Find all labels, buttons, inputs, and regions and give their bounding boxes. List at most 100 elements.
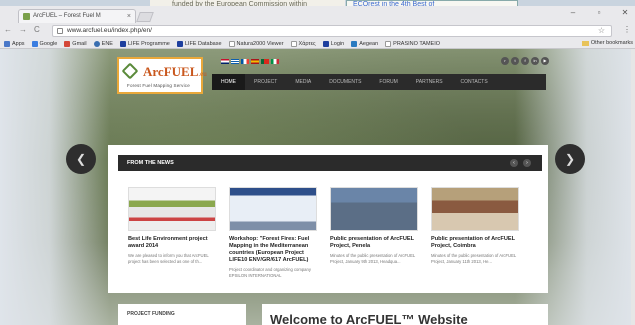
site-header: ArcFUEL.eu Forest Fuel Mapping Service r… <box>108 54 549 96</box>
bookmark-apps[interactable]: Apps <box>4 40 25 47</box>
nav-contacts[interactable]: CONTACTS <box>452 74 497 90</box>
address-row: ← → C www.arcfuel.eu/index.php/en/ ☆ ⋮ <box>0 24 635 38</box>
close-window-icon[interactable]: ✕ <box>619 8 631 17</box>
page-icon <box>385 40 392 47</box>
bookmark-login[interactable]: Login <box>322 40 344 47</box>
minimize-icon[interactable]: – <box>567 8 579 17</box>
slider-prev-button[interactable]: ❮ <box>66 144 96 174</box>
browser-menu-icon[interactable]: ⋮ <box>623 25 631 34</box>
bookmark-life-programme[interactable]: LIFE Programme <box>119 40 170 47</box>
news-item-text: Minutes of the public presentation of Ar… <box>330 253 416 264</box>
project-funding-box: PROJECT FUNDING <box>118 304 246 325</box>
nav-project[interactable]: PROJECT <box>245 74 286 90</box>
url-text: www.arcfuel.eu/index.php/en/ <box>67 27 152 34</box>
gmail-icon <box>64 40 71 47</box>
news-item[interactable]: Best Life Environment project award 2014… <box>128 187 218 265</box>
nav-documents[interactable]: DOCUMENTS <box>320 74 370 90</box>
news-image[interactable] <box>229 187 317 231</box>
news-heading: FROM THE NEWS <box>127 160 174 166</box>
news-item-title[interactable]: Best Life Environment project award 2014 <box>128 236 218 250</box>
nav-home[interactable]: HOME <box>212 74 245 90</box>
news-next-icon[interactable]: › <box>523 159 531 167</box>
news-item-title[interactable]: Workshop: "Forest Fires: Fuel Mapping in… <box>229 236 319 264</box>
logo-mark-icon <box>121 62 139 80</box>
favicon-icon <box>23 13 30 20</box>
social-icons: r t f in ▶ <box>501 57 549 65</box>
other-bookmarks[interactable]: Other bookmarks <box>581 40 633 46</box>
forward-icon[interactable]: → <box>19 25 27 34</box>
new-tab-button[interactable] <box>136 12 154 22</box>
news-item-text: We are pleased to inform you that ArcFUE… <box>128 253 209 264</box>
news-item-title[interactable]: Public presentation of ArcFUEL Project, … <box>431 236 521 250</box>
facebook-icon[interactable]: f <box>521 57 529 65</box>
page-info-icon[interactable] <box>57 28 63 34</box>
youtube-icon[interactable]: ▶ <box>541 57 549 65</box>
browser-tab[interactable]: ArcFUEL – Forest Fuel M × <box>18 9 136 23</box>
welcome-box: Welcome to ArcFUEL™ Website <box>262 304 548 325</box>
news-panel: FROM THE NEWS ‹ › Best Life Environment … <box>108 145 548 293</box>
site-logo[interactable]: ArcFUEL.eu Forest Fuel Mapping Service <box>117 57 207 94</box>
page-icon <box>228 40 235 47</box>
news-prev-icon[interactable]: ‹ <box>510 159 518 167</box>
maximize-icon[interactable]: ▫ <box>593 8 605 17</box>
bookmark-google[interactable]: Google <box>31 40 57 47</box>
news-image[interactable] <box>431 187 519 231</box>
page-viewport: ArcFUEL.eu Forest Fuel Mapping Service r… <box>0 49 635 325</box>
bookmark-maps[interactable]: Χάρτες <box>290 40 316 47</box>
news-item[interactable]: Workshop: "Forest Fires: Fuel Mapping in… <box>229 187 319 279</box>
news-item-title[interactable]: Public presentation of ArcFUEL Project, … <box>330 236 420 250</box>
window-controls: – ▫ ✕ <box>567 8 631 17</box>
flag-gr-icon[interactable] <box>231 59 239 64</box>
bookmarks-bar: Apps Google Gmail ENE LIFE Programme LIF… <box>0 38 635 49</box>
globe-icon <box>93 40 100 47</box>
bookmark-prasino[interactable]: PRASINO TAMEIO <box>385 40 440 47</box>
logo-name: ArcFUEL.eu <box>143 64 207 79</box>
news-item[interactable]: Public presentation of ArcFUEL Project, … <box>330 187 420 265</box>
news-header: FROM THE NEWS ‹ › <box>118 155 542 171</box>
nav-forum[interactable]: FORUM <box>370 74 406 90</box>
left-fade <box>0 49 110 325</box>
bookmark-natura[interactable]: Natura2000 Viewer <box>228 40 284 47</box>
page-scrollbar[interactable] <box>631 49 635 325</box>
flag-es-icon[interactable] <box>251 59 259 64</box>
nav-partners[interactable]: PARTNERS <box>407 74 452 90</box>
rss-icon[interactable]: r <box>501 57 509 65</box>
tab-title: ArcFUEL – Forest Fuel M <box>33 13 101 19</box>
news-item[interactable]: Public presentation of ArcFUEL Project, … <box>431 187 521 265</box>
main-nav: HOME PROJECT MEDIA DOCUMENTS FORUM PARTN… <box>212 74 546 90</box>
welcome-heading: Welcome to ArcFUEL™ Website <box>270 312 468 325</box>
news-image[interactable] <box>330 187 418 231</box>
back-icon[interactable]: ← <box>4 25 12 34</box>
flag-en-icon[interactable] <box>221 59 229 64</box>
apps-icon <box>4 40 10 47</box>
google-icon <box>31 40 38 47</box>
twitter-icon[interactable]: t <box>511 57 519 65</box>
page-icon <box>290 40 297 47</box>
language-flags <box>221 59 279 64</box>
eu-flag-icon <box>322 40 329 47</box>
eu-flag-icon <box>119 40 126 47</box>
bookmark-life-database[interactable]: LIFE Database <box>176 40 222 47</box>
address-bar[interactable]: www.arcfuel.eu/index.php/en/ ☆ <box>52 25 612 37</box>
flag-it-icon[interactable] <box>271 59 279 64</box>
news-image[interactable] <box>128 187 216 231</box>
bookmark-aegean[interactable]: Aegean <box>351 40 378 47</box>
aegean-icon <box>351 40 358 47</box>
browser-chrome: ArcFUEL – Forest Fuel M × – ▫ ✕ ← → C ww… <box>0 6 635 49</box>
bookmark-gmail[interactable]: Gmail <box>64 40 87 47</box>
reload-icon[interactable]: C <box>34 25 40 34</box>
eu-flag-icon <box>176 40 183 47</box>
news-item-text: Minutes of the public presentation of Ar… <box>431 253 517 264</box>
logo-tagline: Forest Fuel Mapping Service <box>127 83 190 88</box>
project-funding-title: PROJECT FUNDING <box>127 311 175 317</box>
bookmark-ene[interactable]: ENE <box>93 40 113 47</box>
slider-next-button[interactable]: ❯ <box>555 144 585 174</box>
news-item-text: Project coordinator and organizing compa… <box>229 267 311 278</box>
flag-pt-icon[interactable] <box>261 59 269 64</box>
nav-buttons: ← → C <box>4 25 40 34</box>
linkedin-icon[interactable]: in <box>531 57 539 65</box>
nav-media[interactable]: MEDIA <box>286 74 320 90</box>
tab-close-icon[interactable]: × <box>127 10 131 23</box>
flag-fr-icon[interactable] <box>241 59 249 64</box>
bookmark-star-icon[interactable]: ☆ <box>598 26 605 36</box>
